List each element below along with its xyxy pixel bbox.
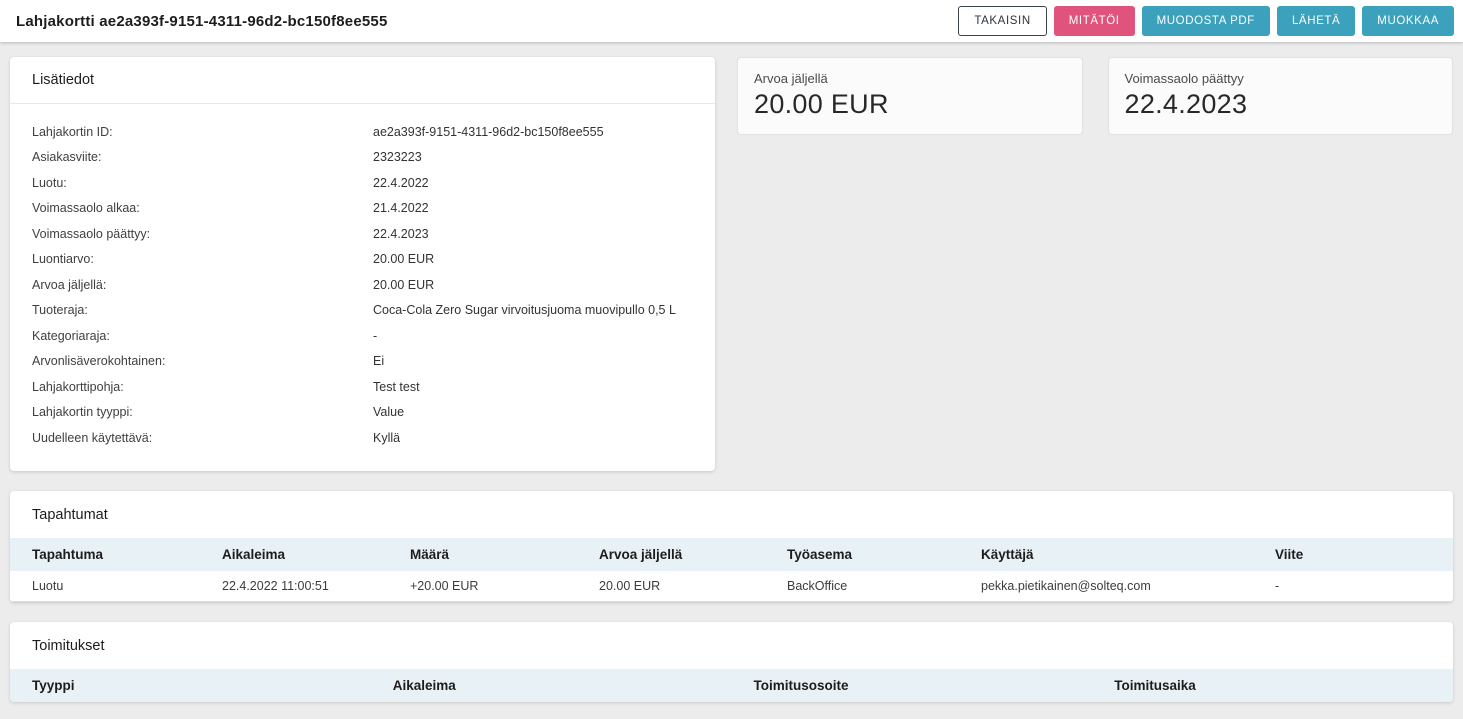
transactions-table: Tapahtuma Aikaleima Määrä Arvoa jäljellä… (10, 538, 1453, 603)
detail-row-category-limit: Kategoriaraja: - (32, 323, 693, 349)
deliveries-panel: Toimitukset Tyyppi Aikaleima Toimitusoso… (10, 622, 1453, 702)
column-header-tyyppi: Tyyppi (10, 669, 371, 702)
detail-row-vat-specific: Arvonlisäverokohtainen: Ei (32, 349, 693, 375)
stat-card-expiry: Voimassaolo päättyy 22.4.2023 (1108, 57, 1454, 135)
detail-label: Luontiarvo: (32, 252, 373, 266)
cell-kayttaja: pekka.pietikainen@solteq.com (959, 571, 1253, 602)
detail-value: 2323223 (373, 150, 422, 164)
detail-row-giftcard-id: Lahjakortin ID: ae2a393f-9151-4311-96d2-… (32, 119, 693, 145)
page-title: Lahjakortti ae2a393f-9151-4311-96d2-bc15… (16, 13, 388, 30)
detail-value: 20.00 EUR (373, 252, 434, 266)
detail-value: ae2a393f-9151-4311-96d2-bc150f8ee555 (373, 125, 604, 139)
detail-label: Lahjakorttipohja: (32, 380, 373, 394)
detail-label: Voimassaolo alkaa: (32, 201, 373, 215)
cell-maara: +20.00 EUR (388, 571, 577, 602)
detail-label: Arvonlisäverokohtainen: (32, 354, 373, 368)
stat-card-label: Arvoa jäljellä (754, 71, 1066, 86)
detail-label: Luotu: (32, 176, 373, 190)
laheta-button[interactable]: LÄHETÄ (1277, 6, 1355, 36)
header-actions: TAKAISIN MITÄTÖI MUODOSTA PDF LÄHETÄ MUO… (958, 6, 1454, 36)
deliveries-table: Tyyppi Aikaleima Toimitusosoite Toimitus… (10, 669, 1453, 702)
column-header-tapahtuma: Tapahtuma (10, 538, 200, 571)
detail-label: Arvoa jäljellä: (32, 278, 373, 292)
deliveries-panel-title: Toimitukset (10, 622, 1453, 669)
stat-card-value: 22.4.2023 (1125, 89, 1437, 120)
top-row: Lisätiedot Lahjakortin ID: ae2a393f-9151… (10, 57, 1453, 471)
takaisin-button[interactable]: TAKAISIN (958, 6, 1046, 36)
details-panel-title: Lisätiedot (10, 57, 715, 104)
detail-value: 20.00 EUR (373, 278, 434, 292)
cell-tapahtuma: Luotu (10, 571, 200, 602)
muokkaa-button[interactable]: MUOKKAA (1362, 6, 1454, 36)
detail-row-giftcard-type: Lahjakortin tyyppi: Value (32, 400, 693, 426)
detail-label: Kategoriaraja: (32, 329, 373, 343)
detail-row-valid-until: Voimassaolo päättyy: 22.4.2023 (32, 221, 693, 247)
detail-value: 21.4.2022 (373, 201, 429, 215)
detail-row-initial-value: Luontiarvo: 20.00 EUR (32, 247, 693, 273)
column-header-toimitusaika: Toimitusaika (1092, 669, 1453, 702)
detail-label: Lahjakortin ID: (32, 125, 373, 139)
detail-row-product-limit: Tuoteraja: Coca-Cola Zero Sugar virvoitu… (32, 298, 693, 324)
detail-label: Voimassaolo päättyy: (32, 227, 373, 241)
transactions-panel-title: Tapahtumat (10, 491, 1453, 538)
details-body: Lahjakortin ID: ae2a393f-9151-4311-96d2-… (10, 104, 715, 471)
detail-value: Value (373, 405, 404, 419)
detail-row-reusable: Uudelleen käytettävä: Kyllä (32, 425, 693, 451)
detail-value: 22.4.2022 (373, 176, 429, 190)
detail-value: Kyllä (373, 431, 400, 445)
detail-label: Asiakasviite: (32, 150, 373, 164)
column-header-toimitusosoite: Toimitusosoite (732, 669, 1093, 702)
detail-label: Tuoteraja: (32, 303, 373, 317)
stat-card-value: 20.00 EUR (754, 89, 1066, 120)
column-header-maara: Määrä (388, 538, 577, 571)
detail-row-customer-ref: Asiakasviite: 2323223 (32, 145, 693, 171)
detail-label: Lahjakortin tyyppi: (32, 405, 373, 419)
details-panel: Lisätiedot Lahjakortin ID: ae2a393f-9151… (10, 57, 715, 471)
detail-value: Coca-Cola Zero Sugar virvoitusjuoma muov… (373, 303, 676, 317)
cell-tyoasema: BackOffice (765, 571, 959, 602)
column-header-aikaleima: Aikaleima (200, 538, 388, 571)
deliveries-header-row: Tyyppi Aikaleima Toimitusosoite Toimitus… (10, 669, 1453, 702)
transactions-panel: Tapahtumat Tapahtuma Aikaleima Määrä Arv… (10, 491, 1453, 603)
column-header-tyoasema: Työasema (765, 538, 959, 571)
column-header-arvoa-jaljella: Arvoa jäljellä (577, 538, 765, 571)
cell-viite: - (1253, 571, 1453, 602)
mitatoi-button[interactable]: MITÄTÖI (1054, 6, 1135, 36)
column-header-viite: Viite (1253, 538, 1453, 571)
detail-row-value-remaining: Arvoa jäljellä: 20.00 EUR (32, 272, 693, 298)
stat-cards: Arvoa jäljellä 20.00 EUR Voimassaolo pää… (737, 57, 1453, 135)
muodosta-pdf-button[interactable]: MUODOSTA PDF (1142, 6, 1270, 36)
app-root: Lahjakortti ae2a393f-9151-4311-96d2-bc15… (0, 0, 1463, 702)
detail-value: 22.4.2023 (373, 227, 429, 241)
stat-card-value-remaining: Arvoa jäljellä 20.00 EUR (737, 57, 1083, 135)
detail-row-created: Luotu: 22.4.2022 (32, 170, 693, 196)
column-header-kayttaja: Käyttäjä (959, 538, 1253, 571)
stat-card-label: Voimassaolo päättyy (1125, 71, 1437, 86)
detail-value: Ei (373, 354, 384, 368)
top-bar: Lahjakortti ae2a393f-9151-4311-96d2-bc15… (0, 0, 1463, 42)
main-content: Lisätiedot Lahjakortin ID: ae2a393f-9151… (0, 42, 1463, 702)
detail-row-giftcard-template: Lahjakorttipohja: Test test (32, 374, 693, 400)
detail-label: Uudelleen käytettävä: (32, 431, 373, 445)
detail-value: - (373, 329, 377, 343)
column-header-aikaleima: Aikaleima (371, 669, 732, 702)
cell-arvoa-jaljella: 20.00 EUR (577, 571, 765, 602)
cell-aikaleima: 22.4.2022 11:00:51 (200, 571, 388, 602)
detail-value: Test test (373, 380, 420, 394)
transactions-header-row: Tapahtuma Aikaleima Määrä Arvoa jäljellä… (10, 538, 1453, 571)
detail-row-valid-from: Voimassaolo alkaa: 21.4.2022 (32, 196, 693, 222)
transaction-row[interactable]: Luotu 22.4.2022 11:00:51 +20.00 EUR 20.0… (10, 571, 1453, 602)
